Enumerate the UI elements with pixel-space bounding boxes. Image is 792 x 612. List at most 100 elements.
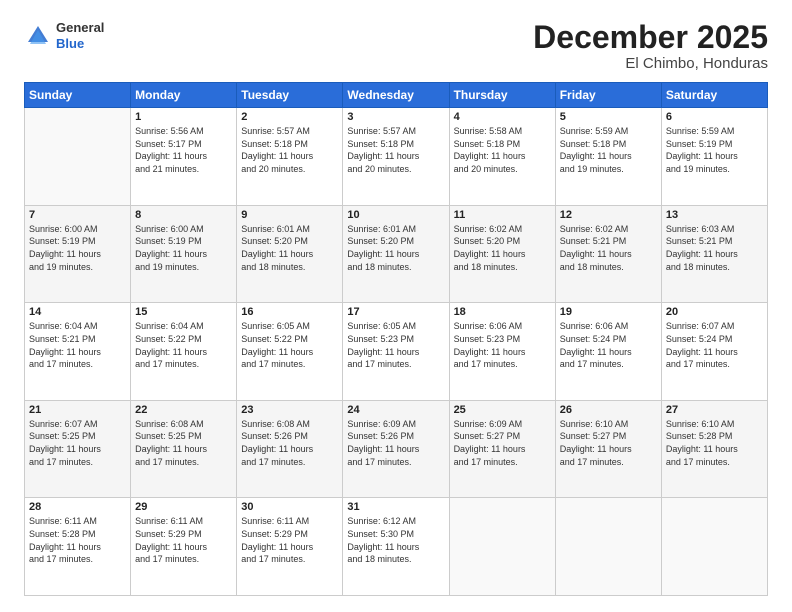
day-number: 30 (241, 501, 338, 513)
day-info: Sunrise: 5:59 AM Sunset: 5:19 PM Dayligh… (666, 125, 763, 175)
day-number: 31 (347, 501, 444, 513)
calendar-cell: 5Sunrise: 5:59 AM Sunset: 5:18 PM Daylig… (555, 108, 661, 206)
calendar-cell: 6Sunrise: 5:59 AM Sunset: 5:19 PM Daylig… (661, 108, 767, 206)
day-info: Sunrise: 6:08 AM Sunset: 5:25 PM Dayligh… (135, 418, 232, 468)
calendar-cell (661, 498, 767, 596)
day-number: 11 (454, 209, 551, 221)
calendar-cell: 19 Sunrise: 6:06 AM Sunset: 5:24 PM Dayli… (555, 303, 661, 401)
day-info: Sunrise: 6:07 AM Sunset: 5:25 PM Dayligh… (29, 418, 126, 468)
logo-icon (24, 22, 52, 50)
calendar-weekday-thursday: Thursday (449, 83, 555, 108)
day-number: 18 (454, 306, 551, 318)
day-number: 1 (135, 111, 232, 123)
calendar-weekday-tuesday: Tuesday (237, 83, 343, 108)
calendar-weekday-friday: Friday (555, 83, 661, 108)
day-info: Sunrise: 6:08 AM Sunset: 5:26 PM Dayligh… (241, 418, 338, 468)
day-number: 17 (347, 306, 444, 318)
calendar-cell (555, 498, 661, 596)
calendar-cell: 23 Sunrise: 6:08 AM Sunset: 5:26 PM Dayli… (237, 400, 343, 498)
day-info: Sunrise: 6:06 AM Sunset: 5:24 PM Dayligh… (560, 320, 657, 370)
calendar-cell: 7 Sunrise: 6:00 AM Sunset: 5:19 PM Daylig… (25, 205, 131, 303)
day-info: Sunrise: 6:12 AM Sunset: 5:30 PM Dayligh… (347, 515, 444, 565)
calendar-week-row: 14Sunrise: 6:04 AM Sunset: 5:21 PM Dayli… (25, 303, 768, 401)
calendar-weekday-monday: Monday (131, 83, 237, 108)
calendar-week-row: 1 Sunrise: 5:56 AM Sunset: 5:17 PM Daylig… (25, 108, 768, 206)
calendar-cell: 28 Sunrise: 6:11 AM Sunset: 5:28 PM Dayli… (25, 498, 131, 596)
logo-blue: Blue (56, 36, 84, 51)
calendar-cell (449, 498, 555, 596)
calendar-cell: 13 Sunrise: 6:03 AM Sunset: 5:21 PM Dayli… (661, 205, 767, 303)
calendar-cell: 12Sunrise: 6:02 AM Sunset: 5:21 PM Dayli… (555, 205, 661, 303)
calendar-cell: 3Sunrise: 5:57 AM Sunset: 5:18 PM Daylig… (343, 108, 449, 206)
page-header: General Blue December 2025 El Chimbo, Ho… (24, 20, 768, 72)
day-number: 2 (241, 111, 338, 123)
calendar-week-row: 28 Sunrise: 6:11 AM Sunset: 5:28 PM Dayli… (25, 498, 768, 596)
calendar-cell: 29Sunrise: 6:11 AM Sunset: 5:29 PM Dayli… (131, 498, 237, 596)
day-info: Sunrise: 6:03 AM Sunset: 5:21 PM Dayligh… (666, 223, 763, 273)
calendar-cell: 1 Sunrise: 5:56 AM Sunset: 5:17 PM Daylig… (131, 108, 237, 206)
day-info: Sunrise: 6:11 AM Sunset: 5:28 PM Dayligh… (29, 515, 126, 565)
day-info: Sunrise: 6:05 AM Sunset: 5:23 PM Dayligh… (347, 320, 444, 370)
title-block: December 2025 El Chimbo, Honduras (533, 20, 768, 72)
calendar-cell: 22 Sunrise: 6:08 AM Sunset: 5:25 PM Dayli… (131, 400, 237, 498)
location: El Chimbo, Honduras (533, 55, 768, 72)
day-info: Sunrise: 6:10 AM Sunset: 5:27 PM Dayligh… (560, 418, 657, 468)
calendar-week-row: 21 Sunrise: 6:07 AM Sunset: 5:25 PM Dayli… (25, 400, 768, 498)
day-number: 28 (29, 501, 126, 513)
calendar-table: SundayMondayTuesdayWednesdayThursdayFrid… (24, 82, 768, 596)
day-info: Sunrise: 6:05 AM Sunset: 5:22 PM Dayligh… (241, 320, 338, 370)
calendar-cell: 31 Sunrise: 6:12 AM Sunset: 5:30 PM Dayli… (343, 498, 449, 596)
day-info: Sunrise: 6:01 AM Sunset: 5:20 PM Dayligh… (347, 223, 444, 273)
calendar-cell: 2 Sunrise: 5:57 AM Sunset: 5:18 PM Daylig… (237, 108, 343, 206)
day-number: 25 (454, 404, 551, 416)
day-info: Sunrise: 6:09 AM Sunset: 5:26 PM Dayligh… (347, 418, 444, 468)
day-number: 19 (560, 306, 657, 318)
calendar-cell: 18Sunrise: 6:06 AM Sunset: 5:23 PM Dayli… (449, 303, 555, 401)
day-number: 24 (347, 404, 444, 416)
calendar-week-row: 7 Sunrise: 6:00 AM Sunset: 5:19 PM Daylig… (25, 205, 768, 303)
day-number: 10 (347, 209, 444, 221)
month-title: December 2025 (533, 20, 768, 55)
day-info: Sunrise: 6:04 AM Sunset: 5:21 PM Dayligh… (29, 320, 126, 370)
calendar-cell: 27 Sunrise: 6:10 AM Sunset: 5:28 PM Dayli… (661, 400, 767, 498)
day-number: 3 (347, 111, 444, 123)
day-info: Sunrise: 5:56 AM Sunset: 5:17 PM Dayligh… (135, 125, 232, 175)
calendar-cell: 17 Sunrise: 6:05 AM Sunset: 5:23 PM Dayli… (343, 303, 449, 401)
day-number: 27 (666, 404, 763, 416)
day-number: 23 (241, 404, 338, 416)
calendar-cell: 9Sunrise: 6:01 AM Sunset: 5:20 PM Daylig… (237, 205, 343, 303)
logo: General Blue (24, 20, 104, 51)
day-info: Sunrise: 6:02 AM Sunset: 5:20 PM Dayligh… (454, 223, 551, 273)
day-number: 16 (241, 306, 338, 318)
day-info: Sunrise: 5:58 AM Sunset: 5:18 PM Dayligh… (454, 125, 551, 175)
calendar-weekday-sunday: Sunday (25, 83, 131, 108)
calendar-weekday-saturday: Saturday (661, 83, 767, 108)
day-info: Sunrise: 6:10 AM Sunset: 5:28 PM Dayligh… (666, 418, 763, 468)
calendar-cell: 11 Sunrise: 6:02 AM Sunset: 5:20 PM Dayli… (449, 205, 555, 303)
day-info: Sunrise: 6:01 AM Sunset: 5:20 PM Dayligh… (241, 223, 338, 273)
day-number: 4 (454, 111, 551, 123)
day-number: 22 (135, 404, 232, 416)
calendar-cell: 14Sunrise: 6:04 AM Sunset: 5:21 PM Dayli… (25, 303, 131, 401)
day-number: 7 (29, 209, 126, 221)
day-number: 20 (666, 306, 763, 318)
calendar-cell: 25 Sunrise: 6:09 AM Sunset: 5:27 PM Dayli… (449, 400, 555, 498)
calendar-cell: 15Sunrise: 6:04 AM Sunset: 5:22 PM Dayli… (131, 303, 237, 401)
day-info: Sunrise: 5:57 AM Sunset: 5:18 PM Dayligh… (241, 125, 338, 175)
calendar-cell: 24 Sunrise: 6:09 AM Sunset: 5:26 PM Dayli… (343, 400, 449, 498)
calendar-cell: 26Sunrise: 6:10 AM Sunset: 5:27 PM Dayli… (555, 400, 661, 498)
logo-general: General (56, 20, 104, 35)
day-number: 29 (135, 501, 232, 513)
day-info: Sunrise: 6:07 AM Sunset: 5:24 PM Dayligh… (666, 320, 763, 370)
day-number: 21 (29, 404, 126, 416)
calendar-cell: 30 Sunrise: 6:11 AM Sunset: 5:29 PM Dayli… (237, 498, 343, 596)
calendar-weekday-wednesday: Wednesday (343, 83, 449, 108)
calendar-cell: 21 Sunrise: 6:07 AM Sunset: 5:25 PM Dayli… (25, 400, 131, 498)
calendar-cell: 20 Sunrise: 6:07 AM Sunset: 5:24 PM Dayli… (661, 303, 767, 401)
day-info: Sunrise: 6:11 AM Sunset: 5:29 PM Dayligh… (241, 515, 338, 565)
day-number: 13 (666, 209, 763, 221)
day-info: Sunrise: 6:09 AM Sunset: 5:27 PM Dayligh… (454, 418, 551, 468)
day-number: 5 (560, 111, 657, 123)
calendar-header-row: SundayMondayTuesdayWednesdayThursdayFrid… (25, 83, 768, 108)
day-info: Sunrise: 6:00 AM Sunset: 5:19 PM Dayligh… (29, 223, 126, 273)
